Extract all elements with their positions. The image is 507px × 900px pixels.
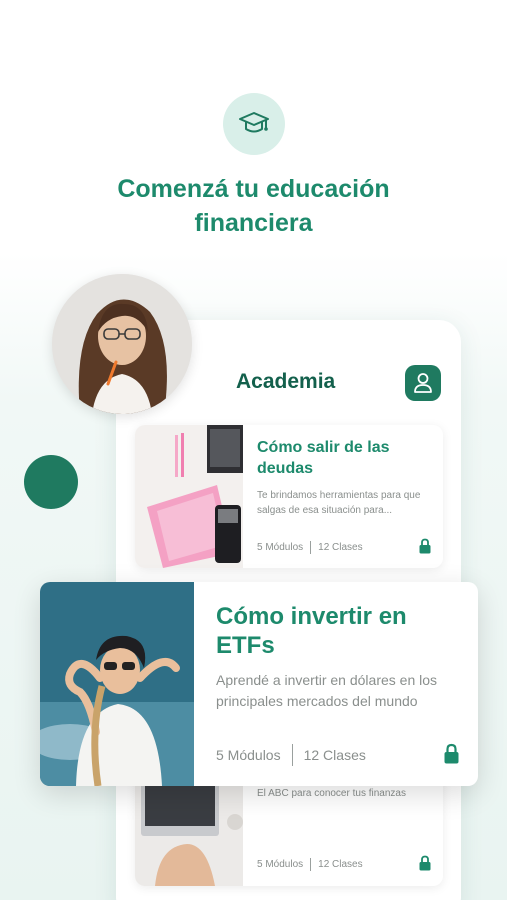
course-description: Aprendé a invertir en dólares en los pri… [216, 672, 438, 709]
course-meta: 5 Módulos 12 Clases [257, 858, 363, 871]
modules-count: 5 Módulos [257, 859, 304, 870]
lock-icon [419, 855, 431, 871]
course-description: Te brindamos herramientas para que salga… [257, 490, 421, 516]
classes-count: 12 Clases [318, 859, 363, 870]
classes-count: 12 Clases [303, 747, 366, 763]
featured-course-card[interactable]: Cómo invertir en ETFs Aprendé a invertir… [40, 582, 478, 786]
modules-count: 5 Módulos [257, 542, 304, 553]
course-card[interactable]: Cómo salir de las deudas Te brindamos he… [135, 425, 443, 568]
course-title: Cómo salir de las deudas [257, 439, 390, 477]
modules-count: 5 Módulos [216, 747, 281, 763]
headline: Comenzá tu educación financiera [117, 175, 390, 237]
classes-count: 12 Clases [318, 542, 363, 553]
lock-icon [419, 538, 431, 554]
graduation-cap-icon-badge [223, 93, 285, 155]
profile-button[interactable] [405, 365, 441, 401]
page-title: Academia [236, 370, 336, 393]
lock-icon [444, 743, 459, 764]
course-thumbnail [40, 582, 194, 786]
user-icon [414, 373, 432, 393]
course-meta: 5 Módulos 12 Clases [216, 744, 366, 766]
course-thumbnail [135, 425, 243, 568]
course-title: Cómo invertir en ETFs [216, 603, 407, 659]
decorative-dot [24, 455, 78, 509]
graduation-cap-icon [239, 112, 269, 133]
course-description: El ABC para conocer tus finanzas [257, 788, 406, 799]
course-meta: 5 Módulos 12 Clases [257, 541, 363, 554]
avatar [52, 274, 192, 414]
